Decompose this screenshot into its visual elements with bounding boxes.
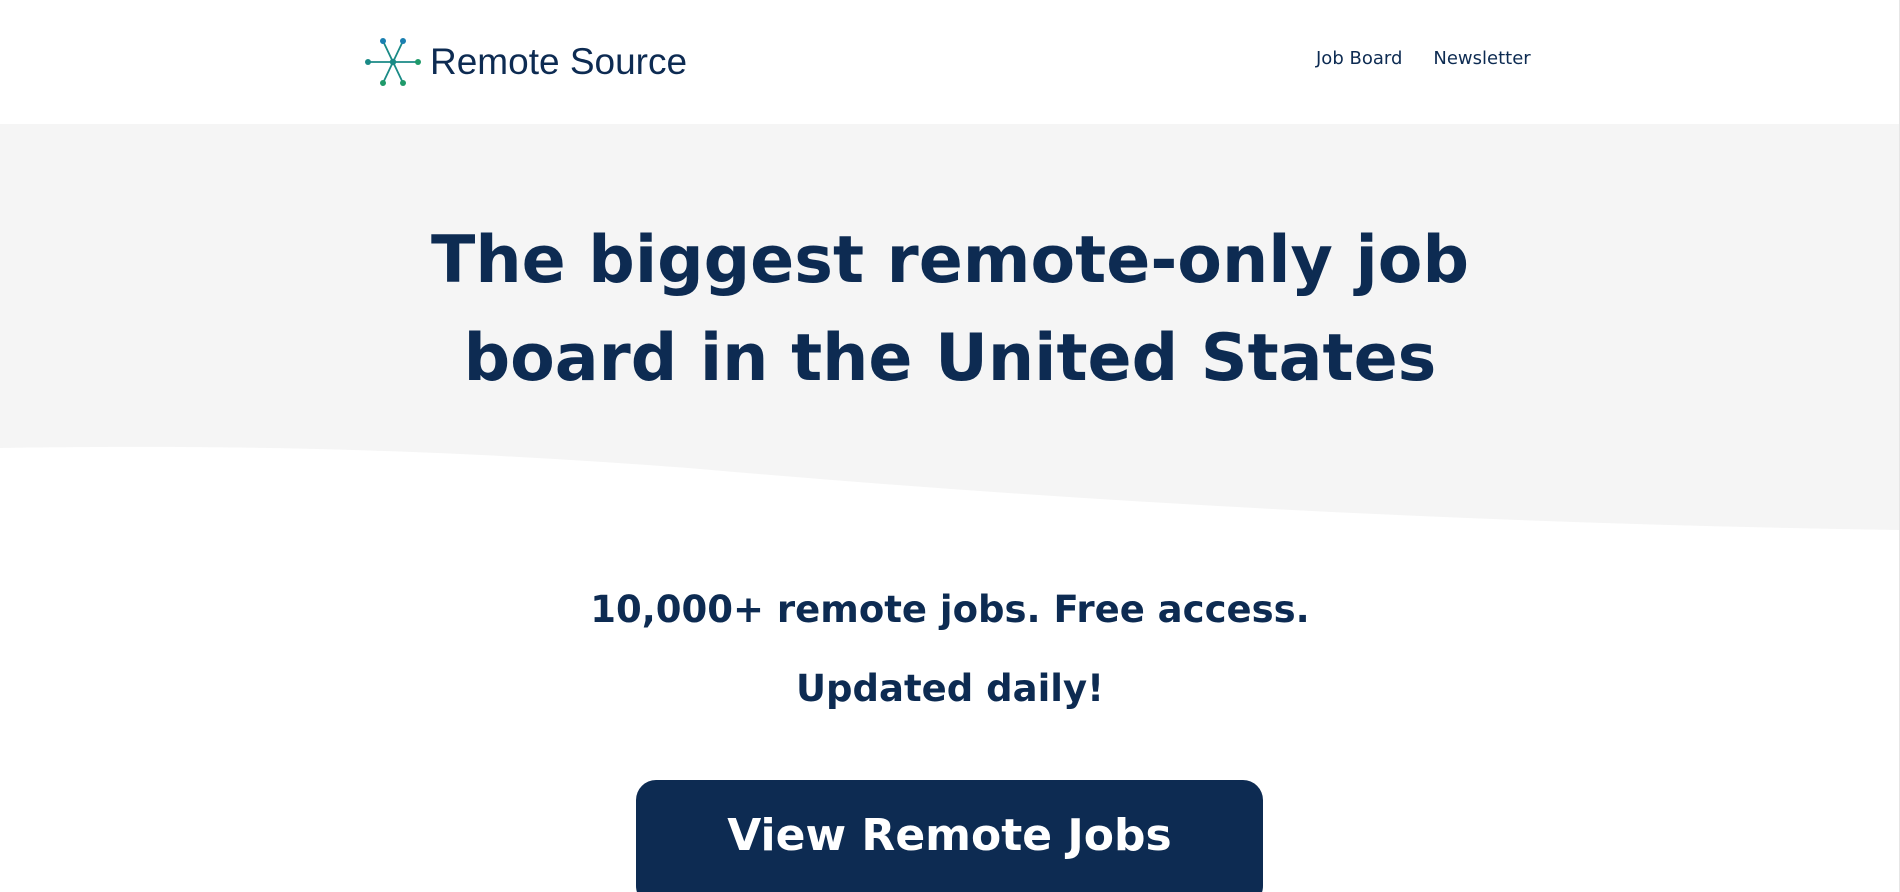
hero-section: The biggest remote-only job board in the…	[0, 124, 1900, 534]
view-remote-jobs-label: View Remote Jobs	[727, 810, 1172, 861]
tagline-jobs-count: 10,000+ remote jobs. Free access.	[590, 588, 1310, 631]
page: Remote Source Job Board Newsletter The b…	[0, 0, 1900, 892]
tagline-updated: Updated daily!	[796, 667, 1104, 710]
main-nav: Job Board Newsletter	[1316, 48, 1531, 69]
hero-title: The biggest remote-only job board in the…	[430, 223, 1469, 396]
nav-newsletter-link[interactable]: Newsletter	[1433, 48, 1530, 69]
brand-name: Remote Source	[430, 41, 688, 82]
brand-logo-link[interactable]: Remote Source	[364, 32, 687, 92]
site-header: Remote Source Job Board Newsletter	[0, 0, 1900, 124]
nav-job-board-link[interactable]: Job Board	[1316, 48, 1402, 69]
network-star-icon	[365, 38, 421, 86]
view-remote-jobs-button[interactable]: View Remote Jobs	[636, 780, 1263, 892]
